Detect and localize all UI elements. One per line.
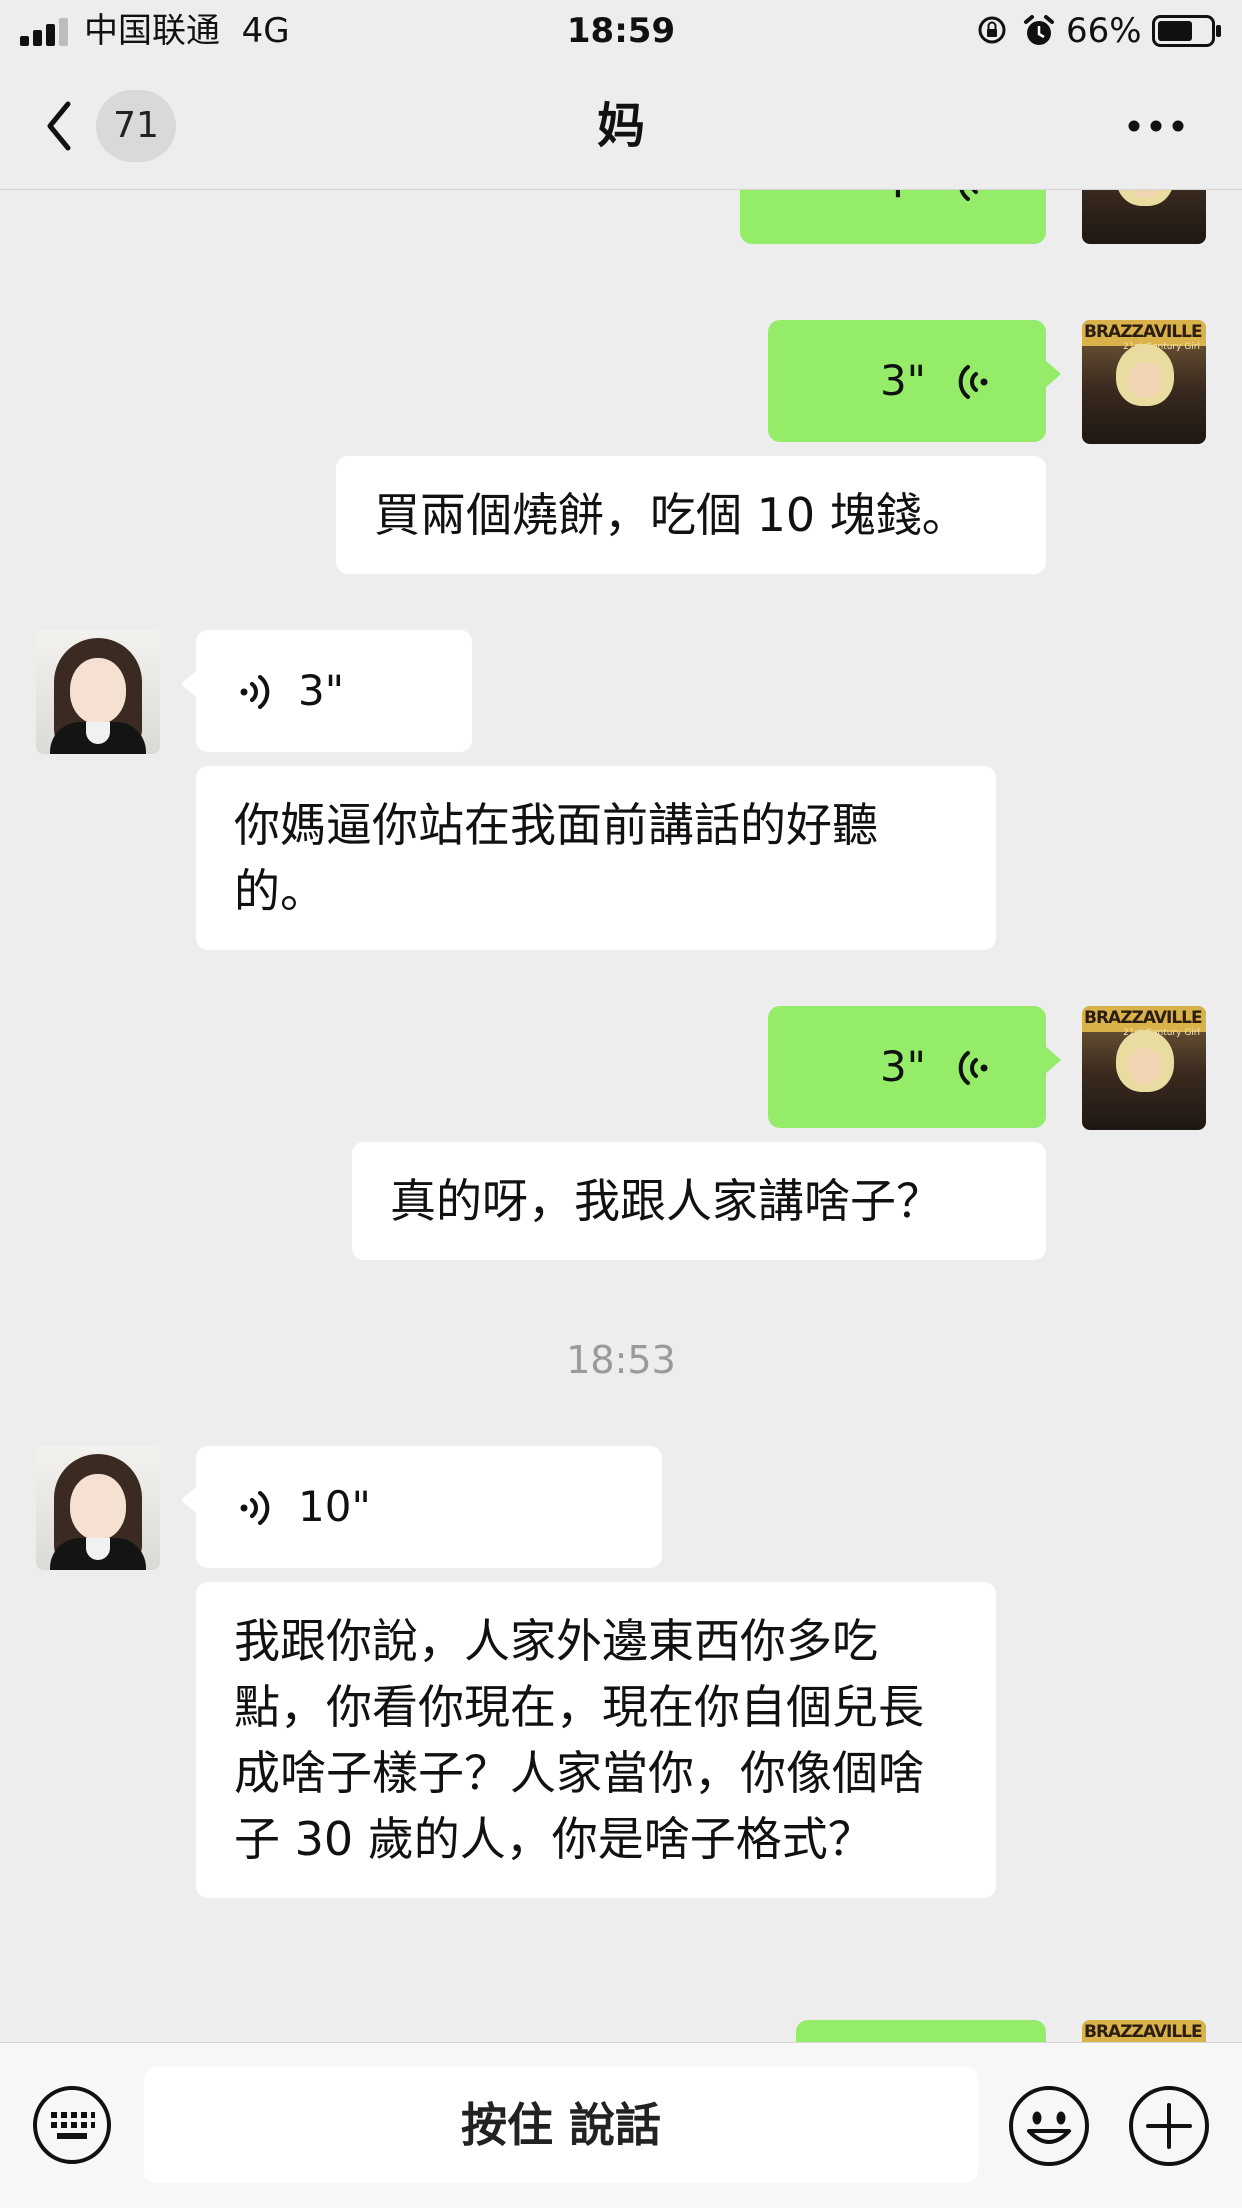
voice-message[interactable]: 3"	[768, 320, 1061, 442]
rotation-lock-icon	[978, 16, 1006, 44]
battery-icon	[1152, 15, 1221, 47]
input-bar: 按住 說話	[0, 2042, 1242, 2208]
voice-message[interactable]: 4"	[740, 190, 1046, 244]
voice-duration: 10"	[298, 1482, 371, 1531]
avatar-brand-text: BRAZZAVILLE	[1084, 322, 1203, 342]
message-text: 真的呀，我跟人家講啥子？	[390, 1174, 942, 1228]
alarm-icon	[1024, 15, 1054, 45]
my-avatar[interactable]: BRAZZAVILLE 21st Century Girl	[1082, 1006, 1206, 1130]
voice-message[interactable]: 3"	[181, 630, 472, 752]
add-more-icon[interactable]	[1128, 2085, 1210, 2167]
voice-message[interactable]: 10"	[181, 1446, 662, 1568]
voice-duration: 3"	[298, 666, 345, 715]
battery-percent: 66%	[1066, 11, 1142, 51]
avatar-brand-text: BRAZZAVILLE	[1084, 2022, 1203, 2042]
message-timestamp: 18:53	[566, 1338, 676, 1382]
avatar-brand-text: BRAZZAVILLE	[1084, 1008, 1203, 1028]
message-text: 你媽逼你站在我面前講話的好聽的。	[234, 798, 878, 918]
message-text: 我跟你說，人家外邊東西你多吃點，你看你現在，現在你自個兒長成啥子樣子？人家當你，…	[234, 1614, 924, 1866]
chat-title: 妈	[596, 98, 645, 154]
voice-duration: 3"	[879, 356, 926, 405]
voice-message[interactable]: 3"	[768, 1006, 1061, 1128]
voice-duration: 3"	[879, 1042, 926, 1091]
voice-message[interactable]	[796, 2020, 1046, 2042]
my-avatar[interactable]: BRAZZAVILLE	[1082, 190, 1206, 244]
transcription-text[interactable]: 我跟你說，人家外邊東西你多吃點，你看你現在，現在你自個兒長成啥子樣子？人家當你，…	[196, 1582, 996, 1898]
voice-wave-icon	[959, 190, 978, 201]
hold-to-talk-button[interactable]: 按住 說話	[144, 2067, 978, 2183]
chat-header: 71 妈	[0, 62, 1242, 190]
my-avatar[interactable]: BRAZZAVILLE	[1082, 2020, 1206, 2042]
transcription-text[interactable]: 買兩個燒餅，吃個 10 塊錢。	[336, 456, 1046, 574]
more-options-icon[interactable]	[1126, 112, 1186, 140]
voice-wave-icon	[958, 365, 988, 399]
voice-wave-icon	[240, 675, 270, 709]
keyboard-icon[interactable]	[32, 2085, 112, 2165]
contact-avatar[interactable]	[36, 1446, 160, 1570]
transcription-text[interactable]: 你媽逼你站在我面前講話的好聽的。	[196, 766, 996, 950]
my-avatar[interactable]: BRAZZAVILLE 21st Century Girl	[1082, 320, 1206, 444]
voice-duration: 4"	[880, 190, 926, 244]
voice-wave-icon	[240, 1491, 270, 1525]
status-bar: 中国联通 4G 18:59 66%	[0, 0, 1242, 62]
message-text: 買兩個燒餅，吃個 10 塊錢。	[374, 488, 968, 542]
voice-wave-icon	[958, 1051, 988, 1085]
transcription-text[interactable]: 真的呀，我跟人家講啥子？	[352, 1142, 1046, 1260]
contact-avatar[interactable]	[36, 630, 160, 754]
message-list[interactable]: 4" BRAZZAVILLE 3" BRAZZAVILLE 21st Centu…	[0, 190, 1242, 2042]
emoji-icon[interactable]	[1008, 2085, 1090, 2167]
